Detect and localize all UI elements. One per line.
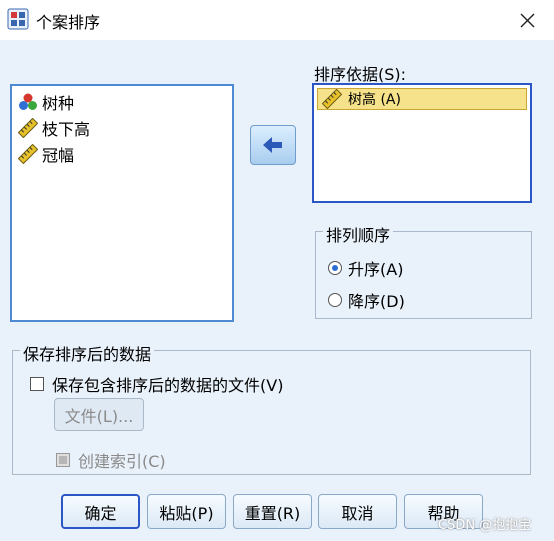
list-item[interactable]: 冠幅 [18, 142, 74, 166]
descending-label: 降序(D) [348, 292, 405, 311]
variable-name: 冠幅 [42, 146, 75, 165]
save-file-label: 保存包含排序后的数据的文件(V) [52, 376, 284, 395]
ascending-radio[interactable]: 升序(A) [328, 256, 403, 280]
list-item[interactable]: 树种 [18, 90, 74, 114]
file-button[interactable]: 文件(L)... [54, 398, 144, 431]
radio-selected-indicator[interactable] [328, 261, 342, 275]
title-bar: 个案排序 [0, 0, 554, 40]
sort-order-legend: 排列顺序 [323, 222, 394, 246]
scale-variable-icon [18, 144, 38, 164]
save-file-checkbox[interactable] [30, 377, 44, 391]
create-index-checkbox-row[interactable]: 创建索引(C) [56, 448, 166, 472]
watermark: CSDN @抱抱宝 [438, 518, 532, 533]
save-data-legend: 保存排序后的数据 [20, 341, 155, 365]
sort-cases-app-icon [7, 8, 29, 30]
close-icon[interactable] [508, 5, 546, 35]
radio-indicator[interactable] [328, 293, 342, 307]
sort-by-list[interactable]: 树高 (A) [312, 83, 532, 203]
save-file-checkbox-row[interactable]: 保存包含排序后的数据的文件(V) [30, 372, 283, 396]
nominal-variable-icon [19, 93, 37, 110]
create-index-label: 创建索引(C) [78, 452, 166, 471]
create-index-checkbox[interactable] [56, 453, 70, 467]
ascending-label: 升序(A) [348, 260, 404, 279]
descending-radio[interactable]: 降序(D) [328, 288, 405, 312]
ok-button[interactable]: 确定 [61, 494, 140, 529]
reset-button[interactable]: 重置(R) [233, 494, 312, 529]
arrow-left-icon [263, 137, 282, 153]
scale-variable-icon [322, 89, 342, 109]
source-variable-list[interactable]: 树种 枝下高 冠幅 [10, 84, 234, 322]
variable-name: 枝下高 [42, 120, 91, 139]
variable-name: 树种 [42, 94, 75, 113]
sort-by-label: 排序依据(S): [314, 65, 407, 84]
variable-name: 树高 (A) [348, 92, 401, 108]
window-title: 个案排序 [36, 13, 101, 32]
move-variable-button[interactable] [250, 125, 296, 165]
list-item[interactable]: 枝下高 [18, 116, 90, 140]
paste-button[interactable]: 粘贴(P) [147, 494, 226, 529]
scale-variable-icon [18, 118, 38, 138]
list-item[interactable]: 树高 (A) [317, 88, 527, 110]
cancel-button[interactable]: 取消 [318, 494, 397, 529]
